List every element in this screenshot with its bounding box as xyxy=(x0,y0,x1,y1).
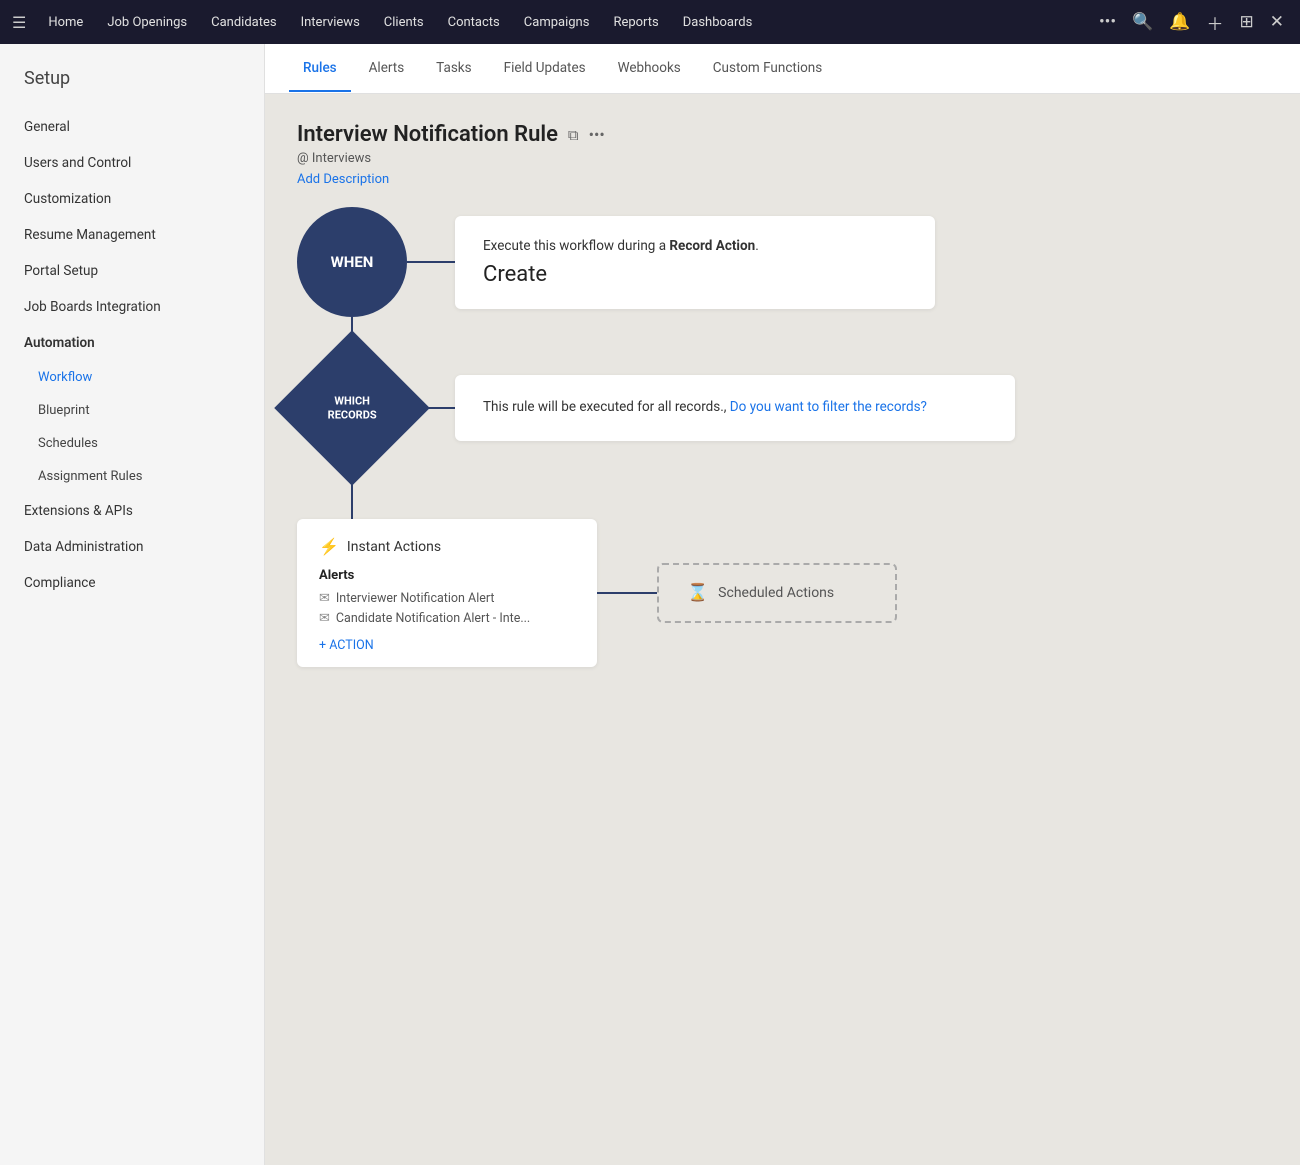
search-icon[interactable]: 🔍 xyxy=(1128,8,1157,36)
tab-webhooks[interactable]: Webhooks xyxy=(604,46,695,92)
sidebar-sub-item-schedules[interactable]: Schedules xyxy=(0,427,264,460)
apps-icon[interactable]: ⊞ xyxy=(1236,8,1258,36)
scheduled-actions-label: Scheduled Actions xyxy=(718,585,834,601)
alert-label-1: Candidate Notification Alert - Inte... xyxy=(336,611,530,626)
sidebar-item-job-boards[interactable]: Job Boards Integration xyxy=(0,289,264,325)
which-records-label: WHICHRECORDS xyxy=(328,394,377,423)
sidebar-item-customization[interactable]: Customization xyxy=(0,181,264,217)
which-records-card[interactable]: This rule will be executed for all recor… xyxy=(455,375,1015,441)
alert-label-0: Interviewer Notification Alert xyxy=(336,591,495,606)
filter-records-link[interactable]: Do you want to filter the records? xyxy=(730,399,927,415)
nav-home[interactable]: Home xyxy=(38,9,93,36)
copy-icon[interactable]: ⧉ xyxy=(568,126,579,144)
rule-subtitle: @ Interviews xyxy=(297,151,1268,166)
which-records-node[interactable]: WHICHRECORDS xyxy=(274,330,430,486)
menu-icon[interactable]: ☰ xyxy=(12,13,26,32)
workflow-diagram: WHEN Execute this workflow during a Reco… xyxy=(297,207,1268,667)
sidebar-sub-item-workflow[interactable]: Workflow xyxy=(0,361,264,394)
nav-interviews[interactable]: Interviews xyxy=(291,9,370,36)
sidebar-title: Setup xyxy=(0,68,264,109)
when-desc-prefix: Execute this workflow during a xyxy=(483,238,669,254)
sidebar-item-portal-setup[interactable]: Portal Setup xyxy=(0,253,264,289)
rule-title: Interview Notification Rule xyxy=(297,122,558,147)
settings-icon[interactable]: ✕ xyxy=(1266,8,1288,36)
when-card-value: Create xyxy=(483,262,907,287)
nav-clients[interactable]: Clients xyxy=(374,9,434,36)
alert-item-1: ✉ Candidate Notification Alert - Inte... xyxy=(319,611,575,626)
when-desc-suffix: . xyxy=(755,238,759,254)
sidebar-sub-item-blueprint[interactable]: Blueprint xyxy=(0,394,264,427)
when-card-desc: Execute this workflow during a Record Ac… xyxy=(483,238,907,254)
add-description-link[interactable]: Add Description xyxy=(297,172,389,187)
add-action-link[interactable]: + ACTION xyxy=(319,638,575,653)
hourglass-icon: ⌛ xyxy=(687,583,708,603)
which-records-row: WHICHRECORDS This rule will be executed … xyxy=(297,353,1015,463)
add-icon[interactable]: ＋ xyxy=(1203,6,1228,39)
sidebar-item-extensions-apis[interactable]: Extensions & APIs xyxy=(0,493,264,529)
nav-dashboards[interactable]: Dashboards xyxy=(673,9,763,36)
tab-tasks[interactable]: Tasks xyxy=(422,46,485,92)
tab-rules[interactable]: Rules xyxy=(289,46,351,92)
sidebar-item-users-control[interactable]: Users and Control xyxy=(0,145,264,181)
more-icon[interactable]: ••• xyxy=(589,125,605,144)
which-text: This rule will be executed for all recor… xyxy=(483,399,730,415)
when-connector xyxy=(407,261,455,263)
when-row: WHEN Execute this workflow during a Reco… xyxy=(297,207,935,317)
when-node[interactable]: WHEN xyxy=(297,207,407,317)
scheduled-actions-card[interactable]: ⌛ Scheduled Actions xyxy=(657,563,897,623)
sidebar-section-automation[interactable]: Automation xyxy=(0,325,264,361)
tab-field-updates[interactable]: Field Updates xyxy=(490,46,600,92)
nav-candidates[interactable]: Candidates xyxy=(201,9,286,36)
envelope-icon-0: ✉ xyxy=(319,591,330,606)
sidebar-item-resume-management[interactable]: Resume Management xyxy=(0,217,264,253)
nav-campaigns[interactable]: Campaigns xyxy=(514,9,600,36)
lightning-icon: ⚡ xyxy=(319,537,339,556)
sidebar-sub-item-assignment-rules[interactable]: Assignment Rules xyxy=(0,460,264,493)
nav-contacts[interactable]: Contacts xyxy=(438,9,510,36)
sidebar-item-data-admin[interactable]: Data Administration xyxy=(0,529,264,565)
instant-actions-card[interactable]: ⚡ Instant Actions Alerts ✉ Interviewer N… xyxy=(297,519,597,667)
sidebar-item-compliance[interactable]: Compliance xyxy=(0,565,264,601)
more-options-icon[interactable]: ••• xyxy=(1095,8,1120,36)
alert-item-0: ✉ Interviewer Notification Alert xyxy=(319,591,575,606)
rule-header: Interview Notification Rule ⧉ ••• @ Inte… xyxy=(297,122,1268,187)
envelope-icon-1: ✉ xyxy=(319,611,330,626)
tab-alerts[interactable]: Alerts xyxy=(355,46,419,92)
instant-actions-label: Instant Actions xyxy=(347,539,441,555)
notification-icon[interactable]: 🔔 xyxy=(1165,8,1194,36)
top-navigation: ☰ Home Job Openings Candidates Interview… xyxy=(0,0,1300,44)
main-content: Rules Alerts Tasks Field Updates Webhook… xyxy=(265,44,1300,1165)
when-card[interactable]: Execute this workflow during a Record Ac… xyxy=(455,216,935,309)
tabs-bar: Rules Alerts Tasks Field Updates Webhook… xyxy=(265,44,1300,94)
alerts-section-title: Alerts xyxy=(319,568,575,583)
sidebar: Setup General Users and Control Customiz… xyxy=(0,44,265,1165)
nav-job-openings[interactable]: Job Openings xyxy=(97,9,197,36)
tab-custom-functions[interactable]: Custom Functions xyxy=(699,46,836,92)
nav-reports[interactable]: Reports xyxy=(603,9,668,36)
instant-actions-title: ⚡ Instant Actions xyxy=(319,537,575,556)
sidebar-item-general[interactable]: General xyxy=(0,109,264,145)
when-desc-bold: Record Action xyxy=(669,238,755,254)
content-area: Interview Notification Rule ⧉ ••• @ Inte… xyxy=(265,94,1300,1165)
action-connector xyxy=(597,592,657,594)
when-label: WHEN xyxy=(331,253,374,271)
actions-row: ⚡ Instant Actions Alerts ✉ Interviewer N… xyxy=(297,519,897,667)
